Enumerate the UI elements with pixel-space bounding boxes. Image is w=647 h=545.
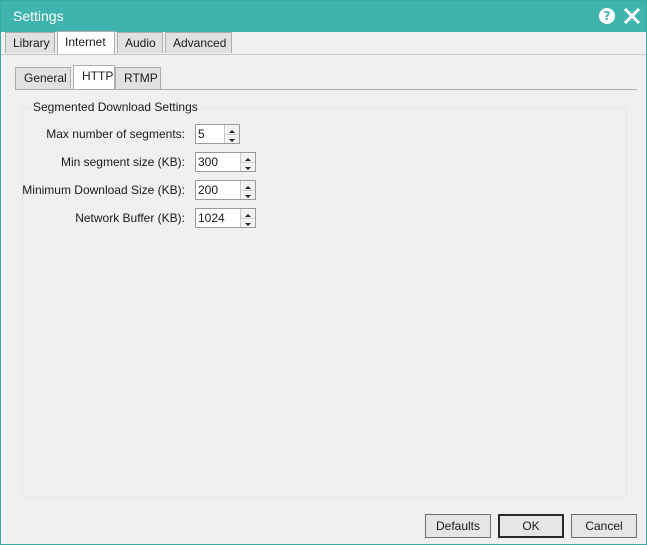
max-segments-value: 5 bbox=[198, 127, 205, 141]
tab-audio-label: Audio bbox=[125, 36, 156, 50]
network-buffer-value: 1024 bbox=[198, 211, 225, 225]
min-segment-size-stepper[interactable]: 300 bbox=[195, 152, 256, 172]
tab-advanced-label: Advanced bbox=[173, 36, 227, 50]
min-segment-size-spin-buttons bbox=[240, 153, 255, 171]
min-download-size-label: Minimum Download Size (KB): bbox=[22, 183, 185, 197]
ok-button[interactable]: OK bbox=[498, 514, 564, 538]
decrement-icon[interactable] bbox=[241, 218, 255, 227]
cancel-button[interactable]: Cancel bbox=[571, 514, 637, 538]
decrement-icon[interactable] bbox=[225, 134, 239, 143]
decrement-icon[interactable] bbox=[241, 190, 255, 199]
max-segments-spin-buttons bbox=[224, 125, 239, 143]
tab-library-label: Library bbox=[13, 36, 50, 50]
max-segments-label: Max number of segments: bbox=[46, 127, 185, 141]
help-icon[interactable]: ? bbox=[599, 8, 615, 24]
tab-divider bbox=[1, 54, 646, 55]
network-buffer-stepper[interactable]: 1024 bbox=[195, 208, 256, 228]
tab-internet-label: Internet bbox=[65, 35, 106, 49]
decrement-icon[interactable] bbox=[241, 162, 255, 171]
settings-window: Settings ? Library Internet Audio Advanc… bbox=[0, 0, 647, 545]
tab-http[interactable]: HTTP bbox=[73, 65, 115, 89]
title-bar[interactable]: Settings ? bbox=[1, 1, 646, 32]
tab-rtmp[interactable]: RTMP bbox=[115, 67, 161, 89]
min-download-size-spin-buttons bbox=[240, 181, 255, 199]
defaults-button[interactable]: Defaults bbox=[425, 514, 491, 538]
tab-library[interactable]: Library bbox=[5, 32, 55, 53]
min-segment-size-value: 300 bbox=[198, 155, 219, 169]
window-title: Settings bbox=[13, 8, 64, 24]
min-segment-size-label: Min segment size (KB): bbox=[60, 155, 185, 169]
close-icon[interactable] bbox=[623, 6, 641, 26]
network-buffer-label: Network Buffer (KB): bbox=[75, 211, 185, 225]
group-title: Segmented Download Settings bbox=[31, 100, 200, 114]
tab-internet[interactable]: Internet bbox=[57, 31, 115, 55]
tab-audio[interactable]: Audio bbox=[117, 32, 163, 53]
max-segments-stepper[interactable]: 5 bbox=[195, 124, 240, 144]
tab-general-label: General bbox=[24, 71, 67, 85]
tab-http-label: HTTP bbox=[82, 69, 114, 83]
min-download-size-stepper[interactable]: 200 bbox=[195, 180, 256, 200]
sub-tab-divider bbox=[15, 89, 637, 90]
tab-advanced[interactable]: Advanced bbox=[165, 32, 232, 53]
tab-rtmp-label: RTMP bbox=[124, 71, 158, 85]
min-download-size-value: 200 bbox=[198, 183, 219, 197]
tab-general[interactable]: General bbox=[15, 67, 71, 89]
network-buffer-spin-buttons bbox=[240, 209, 255, 227]
